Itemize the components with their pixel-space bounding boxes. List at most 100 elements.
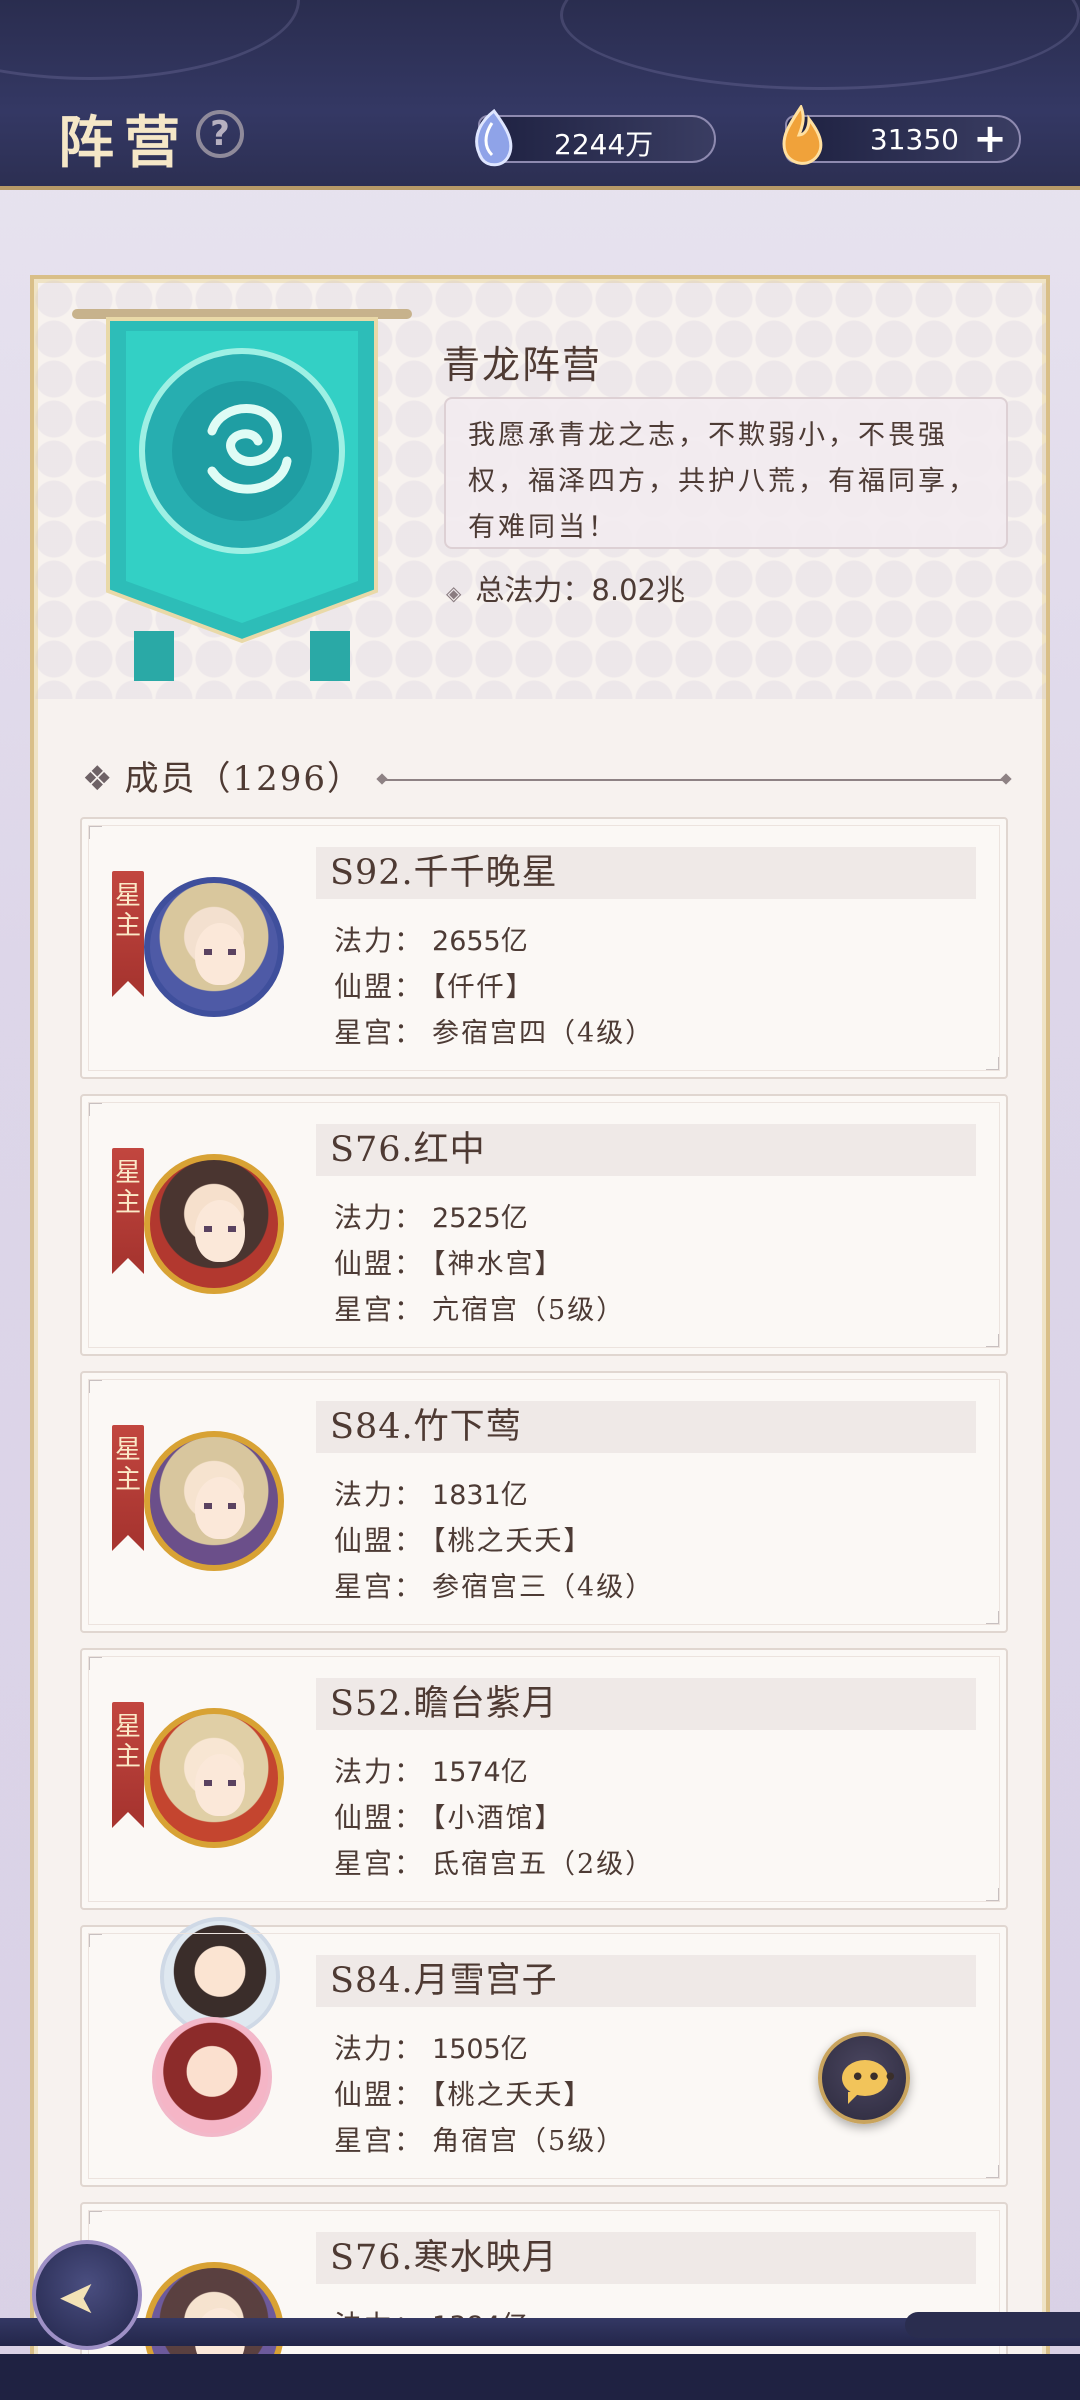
azure-dragon-banner-icon (72, 309, 412, 681)
member-power: 法力： 1831亿 (334, 1473, 528, 1513)
palace-value: 参宿宫四（4级） (432, 1018, 655, 1049)
diamond-bullet-icon: ◈ (446, 581, 462, 605)
corner-ornament (88, 1933, 102, 1947)
star-master-tag: 星主 (112, 1425, 144, 1551)
avatar (152, 2017, 272, 2137)
member-power: 法力： 2525亿 (334, 1196, 528, 1236)
palace-label: 星宫： (334, 1847, 425, 1880)
bottom-base (0, 2354, 1080, 2400)
star-master-tag: 星主 (112, 1702, 144, 1828)
member-name: S52.瞻台紫月 (316, 1678, 976, 1730)
flower-bullet-icon: ❖ (82, 759, 115, 799)
power-value: 2655亿 (432, 926, 528, 957)
member-power: 法力： 2655亿 (334, 919, 528, 959)
palace-label: 星宫： (334, 2124, 425, 2157)
corner-ornament (986, 1334, 1000, 1348)
member-name: S92.千千晚星 (316, 847, 976, 899)
power-label: 法力： (334, 1755, 425, 1788)
member-list[interactable]: 星主 S92.千千晚星 法力： 2655亿 仙盟： 【仟仟】 星宫： 参宿宫四（4级）… (80, 817, 1008, 2400)
member-name: S84.月雪宫子 (316, 1955, 976, 2007)
palace-value: 氐宿宫五（2级） (432, 1849, 655, 1880)
gold-currency: 31350 + (782, 105, 1021, 165)
back-button[interactable]: ➤ (32, 2240, 142, 2350)
member-palace: 星宫： 氐宿宫五（2级） (334, 1842, 654, 1882)
power-label: 法力： (334, 1201, 425, 1234)
power-label: 法力： (334, 924, 425, 957)
motto-line: 我愿承青龙之志，不欺弱小，不畏强 (468, 420, 948, 451)
back-arrow-icon: ➤ (58, 2270, 97, 2324)
corner-ornament (986, 1611, 1000, 1625)
power-label: 法力： (334, 2032, 425, 2065)
total-power: ◈ 总法力：8.02兆 (446, 567, 685, 609)
member-card[interactable]: 星主 S52.瞻台紫月 法力： 1574亿 仙盟： 【小酒馆】 星宫： 氐宿宫五（2级… (80, 1648, 1008, 1910)
member-guild: 仙盟： 【桃之夭夭】 (334, 2073, 593, 2113)
palace-value: 角宿宫（5级） (432, 2126, 626, 2157)
member-guild: 仙盟： 【桃之夭夭】 (334, 1519, 593, 1559)
guild-value: 【桃之夭夭】 (432, 2080, 593, 2111)
power-value: 1574亿 (432, 1757, 528, 1788)
avatar[interactable] (144, 1431, 284, 1571)
decor-swirl (0, 0, 300, 80)
member-card[interactable]: 星主 S76.红中 法力： 2525亿 仙盟： 【神水宫】 星宫： 亢宿宫（5级） (80, 1094, 1008, 1356)
power-value: 1505亿 (432, 2034, 528, 2065)
divider (382, 779, 1006, 781)
help-button[interactable]: ? (196, 110, 244, 158)
avatar[interactable] (144, 1708, 284, 1848)
faction-motto: 我愿承青龙之志，不欺弱小，不畏强 权，福泽四方，共护八荒，有福同享， 有难同当！ (444, 397, 1008, 549)
spirit-amount: 2244万 (554, 128, 654, 161)
guild-value: 【仟仟】 (432, 972, 535, 1003)
palace-label: 星宫： (334, 1016, 425, 1049)
avatar[interactable] (144, 877, 284, 1017)
bottom-bar (0, 2282, 1080, 2400)
total-power-value: 8.02兆 (591, 573, 685, 607)
member-card[interactable]: 星主 S92.千千晚星 法力： 2655亿 仙盟： 【仟仟】 星宫： 参宿宫四（4级） (80, 817, 1008, 1079)
page-title: 阵营 (58, 110, 190, 176)
corner-ornament (88, 1379, 102, 1393)
member-palace: 星宫： 参宿宫三（4级） (334, 1565, 654, 1605)
motto-line: 权，福泽四方，共护八荒，有福同享， (468, 466, 978, 497)
member-name: S76.寒水映月 (316, 2232, 976, 2284)
palace-label: 星宫： (334, 1570, 425, 1603)
top-bar: 阵营 ? 2244万 31350 + (0, 0, 1080, 190)
palace-value: 亢宿宫（5级） (432, 1295, 626, 1326)
members-count-label: 成员（1296） (124, 759, 364, 799)
star-master-tag: 星主 (112, 1148, 144, 1274)
flame-coin-icon (782, 105, 823, 165)
chat-button[interactable]: ••• (818, 2032, 910, 2124)
member-name: S84.竹下莺 (316, 1401, 976, 1453)
gold-amount: 31350 (869, 123, 959, 156)
member-guild: 仙盟： 【仟仟】 (334, 965, 535, 1005)
member-guild: 仙盟： 【小酒馆】 (334, 1796, 564, 1836)
member-palace: 星宫： 参宿宫四（4级） (334, 1011, 654, 1051)
decor-swirl (560, 0, 1080, 90)
members-header: ❖ 成员（1296） (82, 751, 363, 800)
star-master-tag: 星主 (112, 871, 144, 997)
corner-ornament (986, 1888, 1000, 1902)
bottom-track-end (905, 2312, 1080, 2338)
avatar[interactable] (144, 1154, 284, 1294)
member-palace: 星宫： 亢宿宫（5级） (334, 1288, 625, 1328)
guild-value: 【桃之夭夭】 (432, 1526, 593, 1557)
couple-avatar[interactable] (130, 1917, 300, 2147)
faction-name: 青龙阵营 (442, 343, 603, 387)
member-guild: 仙盟： 【神水宫】 (334, 1242, 564, 1282)
power-value: 2525亿 (432, 1203, 528, 1234)
palace-value: 参宿宫三（4级） (432, 1572, 655, 1603)
member-card[interactable]: 星主 S84.竹下莺 法力： 1831亿 仙盟： 【桃之夭夭】 星宫： 参宿宫三（4级… (80, 1371, 1008, 1633)
add-currency-button[interactable]: + (971, 119, 1009, 159)
guild-label: 仙盟： (334, 2078, 425, 2111)
corner-ornament (986, 1057, 1000, 1071)
corner-ornament (986, 2165, 1000, 2179)
spirit-currency: 2244万 (475, 108, 716, 167)
motto-line: 有难同当！ (468, 512, 618, 543)
member-palace: 星宫： 角宿宫（5级） (334, 2119, 625, 2159)
guild-label: 仙盟： (334, 1801, 425, 1834)
corner-ornament (88, 2210, 102, 2224)
guild-label: 仙盟： (334, 1524, 425, 1557)
corner-ornament (88, 825, 102, 839)
member-power: 法力： 1574亿 (334, 1750, 528, 1790)
guild-label: 仙盟： (334, 970, 425, 1003)
spirit-crystal-icon (475, 108, 513, 167)
corner-ornament (88, 1656, 102, 1670)
guild-value: 【小酒馆】 (432, 1803, 564, 1834)
